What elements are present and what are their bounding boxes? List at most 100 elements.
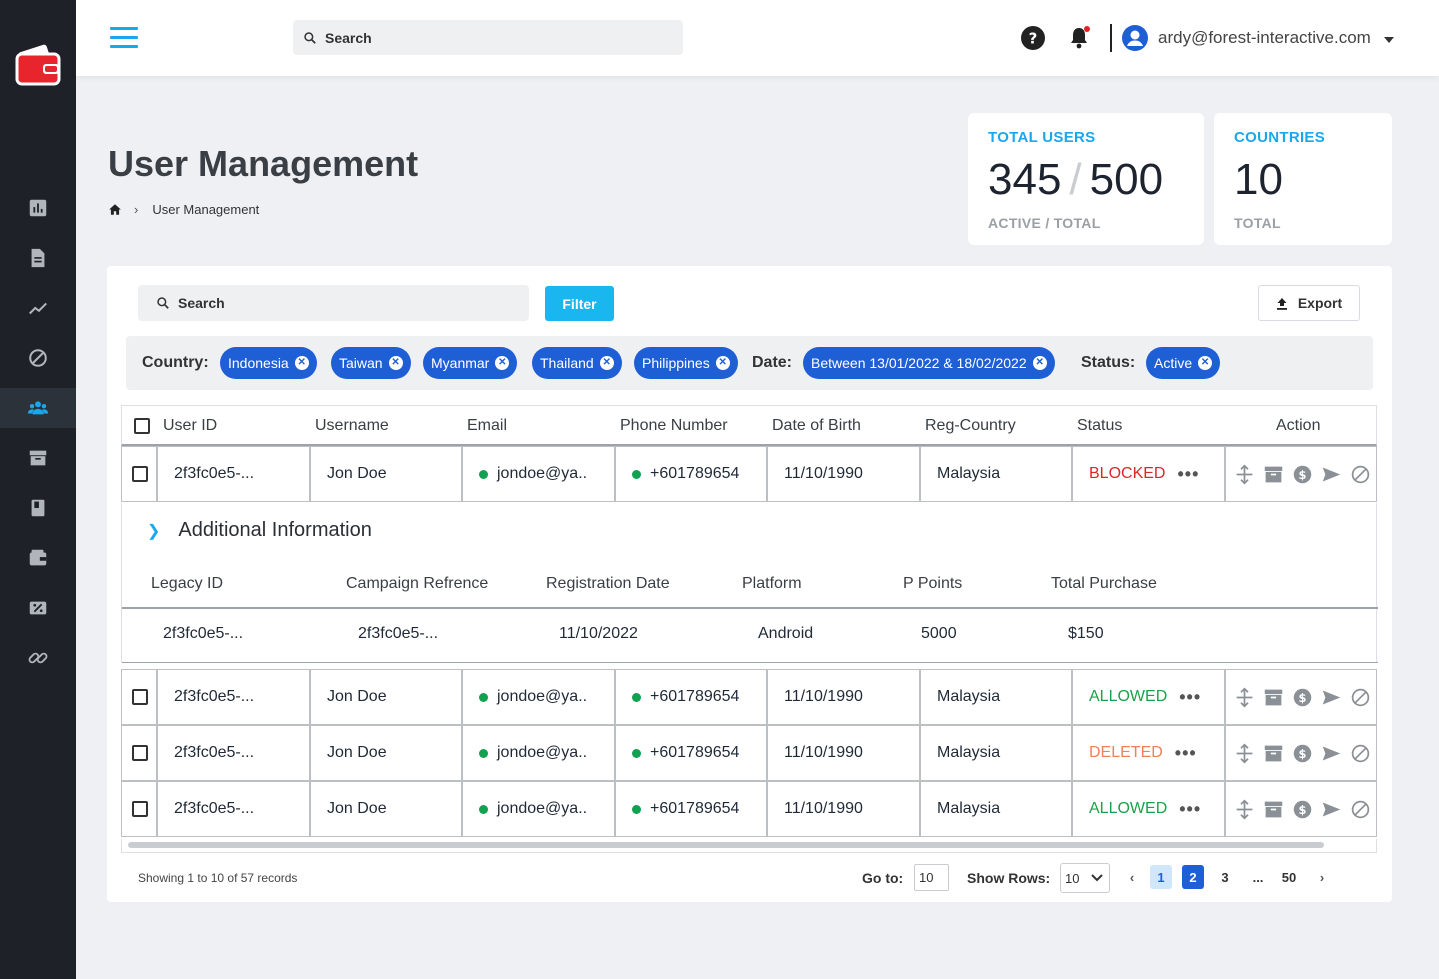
- sidebar-item-blocked[interactable]: [0, 338, 76, 378]
- home-icon[interactable]: [108, 203, 122, 216]
- chip-label: Taiwan: [339, 355, 383, 371]
- close-icon[interactable]: ✕: [1198, 356, 1213, 370]
- notification-bell-icon[interactable]: [1066, 24, 1092, 52]
- help-icon[interactable]: ?: [1020, 25, 1046, 51]
- more-options-icon[interactable]: •••: [1179, 687, 1201, 708]
- email-cell: jondoe@ya..: [463, 782, 616, 836]
- row-checkbox[interactable]: [132, 466, 148, 482]
- block-icon[interactable]: [1350, 743, 1371, 764]
- row-checkbox[interactable]: [132, 745, 148, 761]
- send-icon[interactable]: [1321, 687, 1342, 708]
- next-page-icon[interactable]: ›: [1311, 865, 1333, 889]
- sidebar-item-dashboard[interactable]: [0, 188, 76, 228]
- prev-page-icon[interactable]: ‹: [1121, 865, 1143, 889]
- export-button[interactable]: Export: [1258, 285, 1360, 321]
- ai-header-total-purchase: Total Purchase: [1051, 575, 1157, 592]
- chevron-down-icon[interactable]: [1382, 32, 1396, 43]
- sidebar-item-book[interactable]: [0, 488, 76, 528]
- slash-divider: /: [1069, 155, 1082, 204]
- sidebar-item-archive[interactable]: [0, 438, 76, 478]
- user-avatar-icon[interactable]: [1121, 24, 1149, 52]
- goto-page-input[interactable]: 10: [914, 864, 949, 891]
- sidebar-item-links[interactable]: [0, 638, 76, 678]
- sidebar-item-documents[interactable]: [0, 238, 76, 278]
- rows-per-page-select[interactable]: 10: [1060, 863, 1110, 893]
- page-2[interactable]: 2: [1182, 865, 1204, 889]
- horizontal-scrollbar[interactable]: [121, 839, 1377, 853]
- table-search-input[interactable]: Search: [138, 285, 529, 321]
- filter-chip-philippines[interactable]: Philippines ✕: [634, 347, 738, 379]
- select-all-checkbox[interactable]: [134, 418, 150, 434]
- page-50[interactable]: 50: [1278, 865, 1300, 889]
- column-header-reg-country[interactable]: Reg-Country: [925, 417, 1016, 435]
- block-icon[interactable]: [1350, 687, 1371, 708]
- table-row[interactable]: 2f3fc0e5-... Jon Doe jondoe@ya.. +601789…: [121, 781, 1377, 837]
- hamburger-menu-icon[interactable]: [110, 27, 138, 49]
- additional-info-toggle[interactable]: ❯ Additional Information: [147, 519, 372, 542]
- sidebar-item-analytics[interactable]: [0, 288, 76, 328]
- archive-icon[interactable]: [1263, 687, 1284, 708]
- send-icon[interactable]: [1321, 799, 1342, 820]
- dollar-coin-icon[interactable]: $: [1292, 799, 1313, 820]
- page-3[interactable]: 3: [1214, 865, 1236, 889]
- dollar-coin-icon[interactable]: $: [1292, 743, 1313, 764]
- ai-value-legacy-id: 2f3fc0e5-...: [163, 625, 244, 642]
- email-text: jondoe@ya..: [497, 744, 588, 761]
- column-header-user-id[interactable]: User ID: [163, 417, 217, 435]
- archive-icon[interactable]: [1263, 799, 1284, 820]
- sidebar-item-users[interactable]: [0, 388, 76, 428]
- close-icon[interactable]: ✕: [1032, 356, 1047, 370]
- filter-chip-status[interactable]: Active ✕: [1146, 347, 1221, 379]
- column-header-action: Action: [1276, 417, 1321, 434]
- filter-chip-taiwan[interactable]: Taiwan ✕: [331, 347, 411, 379]
- column-header-email[interactable]: Email: [467, 417, 507, 435]
- send-icon[interactable]: [1321, 743, 1342, 764]
- filter-chip-thailand[interactable]: Thailand ✕: [532, 347, 622, 379]
- global-search-input[interactable]: Search: [293, 20, 683, 55]
- more-options-icon[interactable]: •••: [1179, 799, 1201, 820]
- filter-chip-myanmar[interactable]: Myanmar ✕: [423, 347, 518, 379]
- close-icon[interactable]: ✕: [715, 356, 730, 370]
- chip-label: Between 13/01/2022 & 18/02/2022: [811, 355, 1027, 371]
- filter-chip-indonesia[interactable]: Indonesia ✕: [220, 347, 317, 379]
- column-header-username[interactable]: Username: [315, 417, 389, 435]
- expand-collapse-icon[interactable]: [1234, 799, 1255, 820]
- table-row[interactable]: 2f3fc0e5-... Jon Doe jondoe@ya.. +601789…: [121, 446, 1377, 502]
- filter-chip-date[interactable]: Between 13/01/2022 & 18/02/2022 ✕: [803, 347, 1055, 379]
- close-icon[interactable]: ✕: [495, 356, 510, 370]
- table-row[interactable]: 2f3fc0e5-... Jon Doe jondoe@ya.. +601789…: [121, 725, 1377, 781]
- row-checkbox[interactable]: [132, 689, 148, 705]
- column-header-status[interactable]: Status: [1077, 417, 1122, 435]
- phone-text: +601789654: [650, 800, 740, 817]
- scrollbar-thumb[interactable]: [128, 842, 1324, 848]
- expand-collapse-icon[interactable]: [1234, 464, 1255, 485]
- status-badge: ALLOWED: [1089, 800, 1168, 817]
- block-icon[interactable]: [1350, 799, 1371, 820]
- expand-collapse-icon[interactable]: [1234, 687, 1255, 708]
- sidebar-item-wallet[interactable]: [0, 538, 76, 578]
- user-id-cell: 2f3fc0e5-...: [158, 447, 311, 501]
- send-icon[interactable]: [1321, 464, 1342, 485]
- dollar-coin-icon[interactable]: $: [1292, 464, 1313, 485]
- row-checkbox[interactable]: [132, 801, 148, 817]
- archive-icon[interactable]: [1263, 743, 1284, 764]
- wallet-logo-icon[interactable]: [14, 40, 62, 88]
- page-1[interactable]: 1: [1150, 865, 1172, 889]
- status-badge: BLOCKED: [1089, 465, 1166, 482]
- user-email[interactable]: ardy@forest-interactive.com: [1158, 28, 1371, 48]
- block-icon[interactable]: [1350, 464, 1371, 485]
- filter-button[interactable]: Filter: [545, 286, 614, 321]
- table-row[interactable]: 2f3fc0e5-... Jon Doe jondoe@ya.. +601789…: [121, 669, 1377, 725]
- archive-icon[interactable]: [1263, 464, 1284, 485]
- close-icon[interactable]: ✕: [294, 356, 309, 370]
- close-icon[interactable]: ✕: [599, 356, 614, 370]
- dollar-coin-icon[interactable]: $: [1292, 687, 1313, 708]
- more-options-icon[interactable]: •••: [1175, 743, 1197, 764]
- expand-collapse-icon[interactable]: [1234, 743, 1255, 764]
- column-header-dob[interactable]: Date of Birth: [772, 417, 861, 435]
- column-header-phone[interactable]: Phone Number: [620, 417, 728, 435]
- ai-divider: [122, 607, 1378, 609]
- more-options-icon[interactable]: •••: [1177, 464, 1199, 485]
- close-icon[interactable]: ✕: [388, 356, 403, 370]
- sidebar-item-discounts[interactable]: [0, 588, 76, 628]
